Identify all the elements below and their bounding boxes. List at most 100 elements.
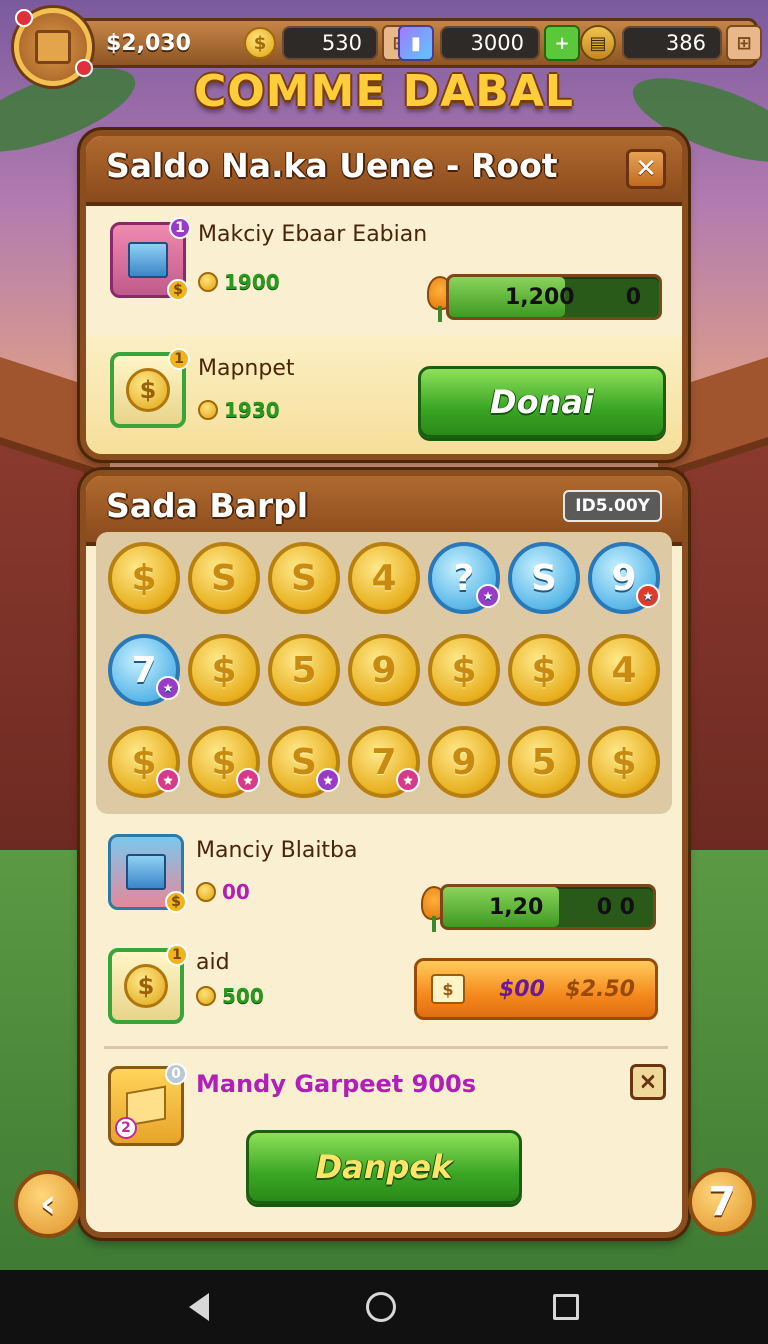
progress-extra: 0 bbox=[625, 284, 641, 310]
donate-button[interactable]: Donai bbox=[418, 366, 666, 438]
resource-coins[interactable]: $ 530 ⊞ bbox=[244, 24, 418, 62]
star-badge-icon: ★ bbox=[636, 584, 660, 608]
coin-token[interactable]: 9 bbox=[348, 634, 420, 706]
coin-token[interactable]: S ★ bbox=[268, 726, 340, 798]
coin-icon bbox=[196, 986, 216, 1006]
panel-shop-top: Saldo Na.ka Uene - Root ✕ 1 $ Makciy Eba… bbox=[80, 130, 688, 460]
coin-token[interactable]: 5 bbox=[508, 726, 580, 798]
book-icon: ▤ bbox=[580, 25, 616, 61]
star-badge-icon: ★ bbox=[396, 768, 420, 792]
crate-icon bbox=[35, 30, 71, 64]
coin-icon bbox=[196, 882, 216, 902]
coin-token-label: $ bbox=[211, 741, 237, 783]
book-count: 386 bbox=[622, 26, 722, 60]
back-round-button[interactable]: ‹ bbox=[14, 1170, 82, 1238]
notification-dot bbox=[75, 59, 93, 77]
nav-home-icon[interactable] bbox=[365, 1292, 396, 1322]
resource-books[interactable]: ▤ 386 ⊞ bbox=[580, 24, 762, 62]
count-badge: 0 bbox=[165, 1063, 187, 1085]
game-title: COMME DABAL bbox=[194, 66, 574, 117]
building-icon bbox=[126, 854, 166, 890]
system-nav-bar bbox=[0, 1270, 768, 1344]
coin-token-label: 4 bbox=[371, 557, 397, 599]
item-price-value: 500 bbox=[222, 984, 264, 1008]
coin-token-label: 9 bbox=[371, 649, 397, 691]
coin-token[interactable]: $ bbox=[188, 634, 260, 706]
nav-back-icon[interactable] bbox=[188, 1293, 209, 1321]
coin-token[interactable]: 7 ★ bbox=[348, 726, 420, 798]
coin-token-label: $ bbox=[611, 741, 637, 783]
add-crystals-icon[interactable]: + bbox=[544, 25, 580, 61]
background-hut-left bbox=[0, 430, 90, 850]
coin-token[interactable]: 9 ★ bbox=[588, 542, 660, 614]
resource-crystals[interactable]: ▮ 3000 + bbox=[398, 24, 580, 62]
star-badge-icon: ★ bbox=[316, 768, 340, 792]
player-avatar[interactable] bbox=[14, 8, 93, 86]
coin-token[interactable]: 9 bbox=[428, 726, 500, 798]
item-price-value: 00 bbox=[222, 880, 250, 904]
add-books-icon[interactable]: ⊞ bbox=[726, 25, 762, 61]
star-badge-icon: ★ bbox=[156, 676, 180, 700]
coin-token[interactable]: S bbox=[188, 542, 260, 614]
coin-token[interactable]: 5 bbox=[268, 634, 340, 706]
coin-token-label: 5 bbox=[291, 649, 317, 691]
coin-token[interactable]: ? ★ bbox=[428, 542, 500, 614]
money-counter: $2,030 bbox=[106, 30, 191, 56]
coin-token[interactable]: S bbox=[508, 542, 580, 614]
count-badge: 2 bbox=[115, 1117, 137, 1139]
building-icon bbox=[128, 242, 168, 278]
crystal-icon: ▮ bbox=[398, 25, 434, 61]
coin-token[interactable]: $ bbox=[108, 542, 180, 614]
danpek-button[interactable]: Danpek bbox=[246, 1130, 522, 1204]
level-round-button[interactable]: 7 bbox=[688, 1168, 756, 1236]
id-tag: ID5.00Y bbox=[563, 490, 662, 522]
coin-token[interactable]: $ bbox=[588, 726, 660, 798]
item-price: 1900 bbox=[198, 270, 280, 294]
crate-item-icon[interactable]: 0 2 bbox=[108, 1063, 187, 1146]
coin-token[interactable]: $ bbox=[428, 634, 500, 706]
shop-item-icon[interactable]: 1 $ bbox=[110, 217, 191, 301]
coin-item-icon[interactable]: $ 1 bbox=[110, 348, 190, 428]
item-price: 1930 bbox=[198, 398, 280, 422]
coin-count: 530 bbox=[282, 26, 378, 60]
coin-token[interactable]: 4 bbox=[588, 634, 660, 706]
coin-token[interactable]: $ ★ bbox=[188, 726, 260, 798]
coin-item-icon[interactable]: $ 1 bbox=[108, 944, 188, 1024]
coin-token[interactable]: 7 ★ bbox=[108, 634, 180, 706]
dismiss-button[interactable]: ✕ bbox=[630, 1064, 666, 1100]
crystal-count: 3000 bbox=[440, 26, 540, 60]
buy-right-value: $2.50 bbox=[565, 976, 635, 1002]
buy-left-value: $00 bbox=[499, 976, 545, 1002]
coin-token-label: 5 bbox=[531, 741, 557, 783]
coin-token-label: S bbox=[531, 557, 557, 599]
panel-title: Saldo Na.ka Uene - Root bbox=[106, 146, 558, 185]
buy-button[interactable]: $ $00 $2.50 bbox=[414, 958, 658, 1020]
level-badge: 1 bbox=[169, 217, 191, 239]
item-name: Mapnpet bbox=[198, 356, 295, 381]
coin-token-label: $ bbox=[211, 649, 237, 691]
coin-token[interactable]: 4 bbox=[348, 542, 420, 614]
coin-token[interactable]: $ bbox=[508, 634, 580, 706]
coin-token-label: $ bbox=[131, 741, 157, 783]
coin-token-label: $ bbox=[131, 557, 157, 599]
shop-item-icon[interactable]: $ bbox=[108, 834, 187, 913]
coin-token-label: S bbox=[291, 741, 317, 783]
nav-recent-icon[interactable] bbox=[553, 1294, 580, 1320]
coin-token-label: $ bbox=[531, 649, 557, 691]
bottom-item-name: Mandy Garpeet 900s bbox=[196, 1070, 477, 1098]
coin-token[interactable]: $ ★ bbox=[108, 726, 180, 798]
item-price: 500 bbox=[196, 984, 264, 1008]
item-name: Manciy Blaitba bbox=[196, 838, 358, 863]
close-button[interactable]: ✕ bbox=[626, 149, 666, 189]
level-badge: 1 bbox=[168, 348, 190, 370]
coin-token[interactable]: S bbox=[268, 542, 340, 614]
item-name: Makciy Ebaar Eabian bbox=[198, 222, 428, 247]
coin-token-label: S bbox=[291, 557, 317, 599]
panel-title: Sada Barpl bbox=[106, 486, 309, 525]
star-badge-icon: ★ bbox=[156, 768, 180, 792]
level-badge: 1 bbox=[166, 944, 188, 966]
coin-token-label: ? bbox=[453, 557, 475, 599]
progress-label: 1,20 bbox=[489, 894, 544, 920]
item-price-value: 1900 bbox=[224, 270, 280, 294]
coin-grid: $ S S 4? ★ S 9 ★ 7 ★ $5 9 $ $4 $ ★ $ ★ S ★ 7 ★ 9 5 $ bbox=[96, 532, 672, 814]
